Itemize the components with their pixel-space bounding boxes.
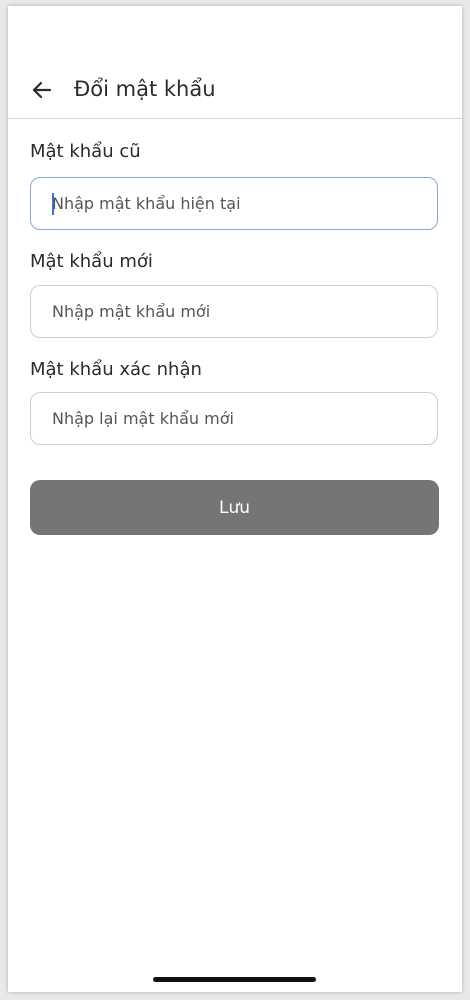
change-password-screen: Đổi mật khẩu Mật khẩu cũ Mật khẩu mới Mậ…	[8, 6, 462, 992]
confirm-password-field[interactable]	[30, 392, 438, 445]
old-password-input[interactable]	[52, 178, 422, 229]
app-header: Đổi mật khẩu	[8, 66, 462, 119]
save-button[interactable]: Lưu	[30, 480, 439, 535]
arrow-left-icon	[32, 81, 52, 99]
confirm-password-label: Mật khẩu xác nhận	[30, 359, 202, 380]
old-password-label: Mật khẩu cũ	[30, 141, 141, 162]
new-password-label: Mật khẩu mới	[30, 251, 153, 272]
page-title: Đổi mật khẩu	[74, 77, 216, 101]
confirm-password-input[interactable]	[52, 393, 422, 444]
new-password-input[interactable]	[52, 286, 422, 337]
back-button[interactable]	[28, 76, 56, 104]
old-password-field[interactable]	[30, 177, 438, 230]
home-indicator	[153, 977, 316, 982]
new-password-field[interactable]	[30, 285, 438, 338]
